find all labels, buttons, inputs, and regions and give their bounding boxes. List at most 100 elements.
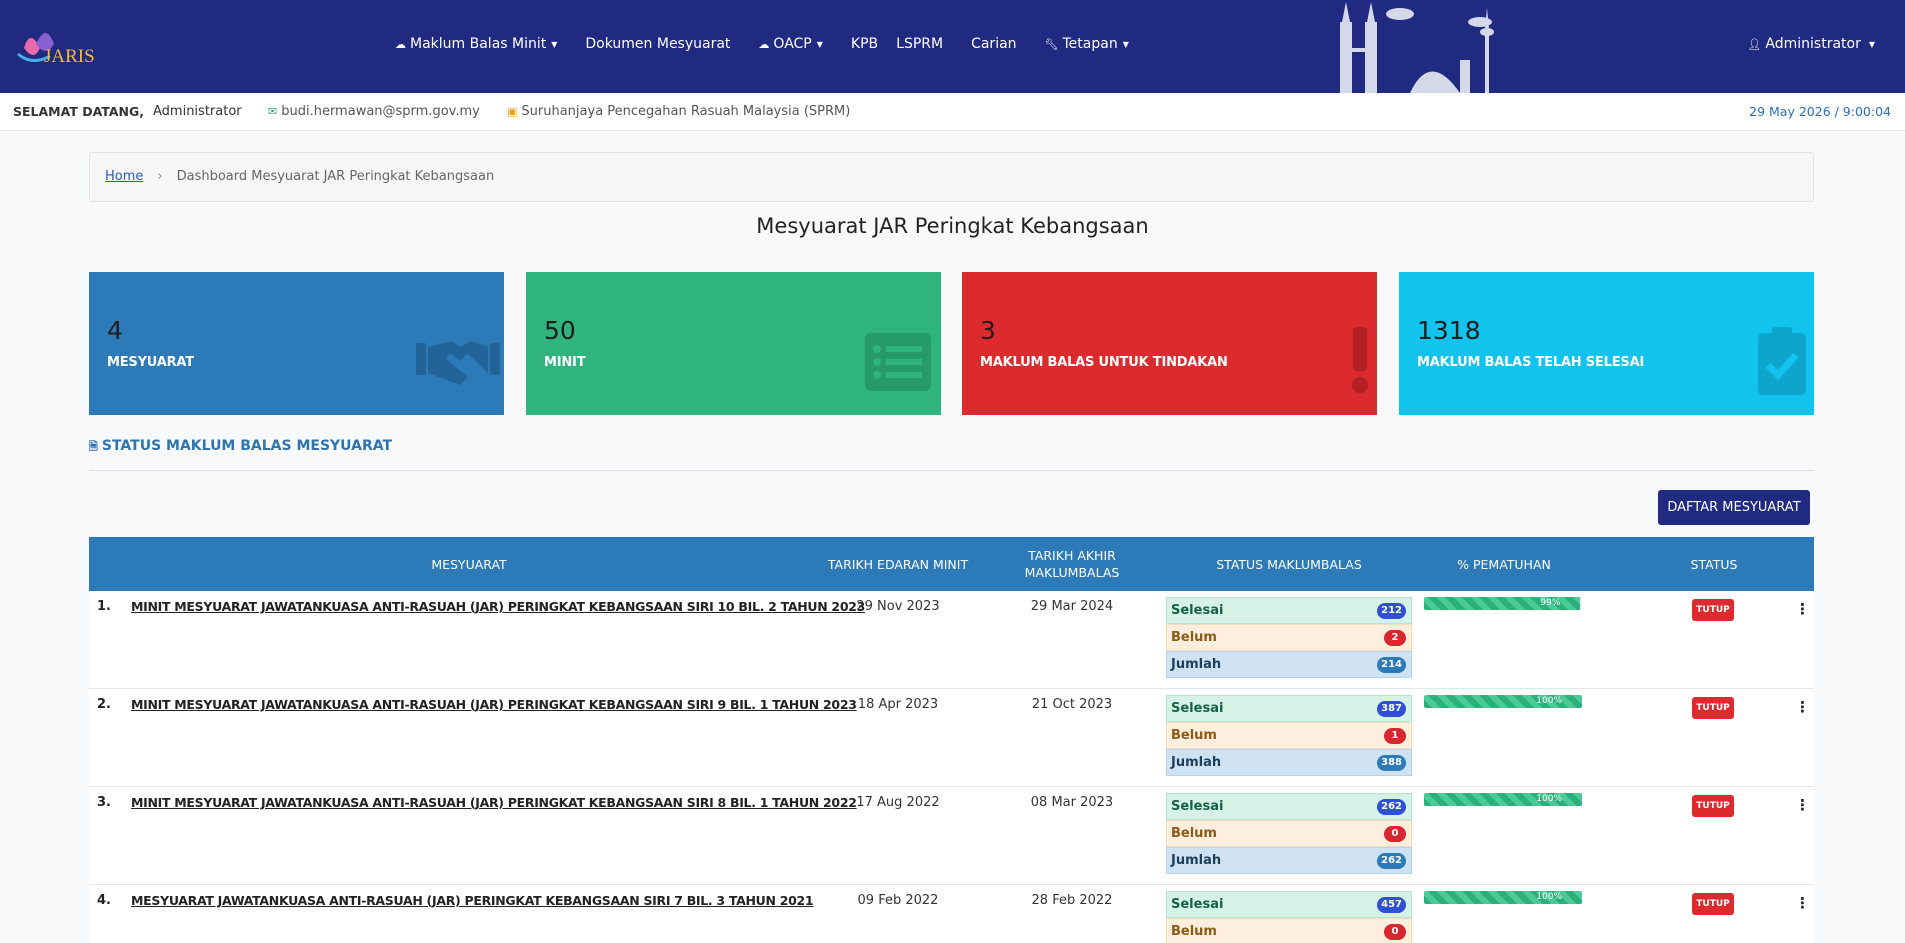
row-number: 1. — [97, 599, 111, 614]
more-options-icon[interactable]: ⋮ — [1795, 894, 1810, 912]
nav-label: LSPRM — [896, 36, 944, 52]
section-title-text: STATUS MAKLUM BALAS MESYUARAT — [101, 438, 393, 454]
more-options-icon[interactable]: ⋮ — [1795, 600, 1810, 618]
nav-lsprm[interactable]: LSPRM — [896, 36, 943, 52]
pematuhan-progress-bar: 99% — [1424, 597, 1582, 610]
status-selesai[interactable]: Selesai 262 — [1166, 793, 1412, 820]
jumlah-count-badge: 214 — [1377, 657, 1406, 673]
th-tarikh-edaran: TARIKH EDARAN MINIT — [827, 556, 969, 572]
kl-skyline-illustration — [1340, 2, 1494, 93]
status-selesai[interactable]: Selesai 212 — [1166, 597, 1412, 624]
card-label: MAKLUM BALAS UNTUK TINDAKAN — [980, 355, 1228, 370]
status-jumlah[interactable]: Jumlah 214 — [1166, 651, 1412, 678]
more-options-icon[interactable]: ⋮ — [1795, 698, 1810, 716]
card-label: MAKLUM BALAS TELAH SELESAI — [1417, 355, 1645, 370]
status-belum[interactable]: Belum 2 — [1166, 624, 1412, 651]
status-label: Belum — [1171, 924, 1217, 939]
selesai-count-badge: 212 — [1377, 603, 1406, 619]
nav-maklum-balas-minit[interactable]: ☁ Maklum Balas Minit ▼ — [395, 36, 557, 52]
status-belum[interactable]: Belum 0 — [1166, 918, 1412, 943]
th-tarikh-akhir: TARIKH AKHIR MAKLUMBALAS — [994, 537, 1150, 591]
meeting-name-link[interactable]: MINIT MESYUARAT JAWATANKUASA ANTI-RASUAH… — [131, 599, 865, 614]
breadcrumb-home-link[interactable]: Home — [105, 169, 143, 184]
pematuhan-progress-fill: 99% — [1424, 597, 1581, 610]
belum-count-badge: 0 — [1384, 826, 1406, 842]
status-selesai[interactable]: Selesai 387 — [1166, 695, 1412, 722]
tarikh-akhir: 29 Mar 2024 — [1030, 599, 1114, 614]
status-label: Selesai — [1171, 701, 1224, 716]
pematuhan-progress-fill: 100% — [1424, 793, 1582, 806]
table-row: 1. MINIT MESYUARAT JAWATANKUASA ANTI-RAS… — [89, 591, 1814, 689]
nav-label: Tetapan — [1062, 36, 1118, 52]
clipboard-check-icon — [1758, 327, 1806, 395]
jaris-logo[interactable]: JARIS — [10, 18, 120, 78]
status-belum[interactable]: Belum 0 — [1166, 820, 1412, 847]
daftar-mesyuarat-button[interactable]: DAFTAR MESYUARAT — [1658, 490, 1810, 525]
caret-down-icon: ▼ — [1868, 39, 1875, 49]
selesai-count-badge: 457 — [1377, 897, 1406, 913]
status-jumlah[interactable]: Jumlah 262 — [1166, 847, 1412, 874]
more-options-icon[interactable]: ⋮ — [1795, 796, 1810, 814]
document-icon: 🗎︎ — [89, 440, 98, 453]
status-jumlah[interactable]: Jumlah 388 — [1166, 749, 1412, 776]
tarikh-akhir: 21 Oct 2023 — [1031, 697, 1113, 712]
table-row: 3. MINIT MESYUARAT JAWATANKUASA ANTI-RAS… — [89, 787, 1814, 885]
nav-dokumen-mesyuarat[interactable]: Dokumen Mesyuarat — [585, 36, 730, 52]
datetime-text: 29 May 2026 / 9:00:04 — [1749, 104, 1891, 119]
pematuhan-progress-bar: 100% — [1424, 891, 1582, 904]
status-tutup-badge[interactable]: TUTUP — [1692, 795, 1734, 817]
user-icon: 👤︎ — [1747, 37, 1762, 51]
breadcrumb-separator: › — [157, 169, 163, 184]
th-line-2: MAKLUMBALAS — [1024, 565, 1120, 580]
tarikh-edaran: 18 Apr 2023 — [857, 697, 939, 712]
status-tutup-badge[interactable]: TUTUP — [1692, 697, 1734, 719]
meeting-name-link[interactable]: MINIT MESYUARAT JAWATANKUASA ANTI-RASUAH… — [131, 795, 857, 810]
jumlah-count-badge: 262 — [1377, 853, 1406, 869]
nav-tetapan[interactable]: 🔧︎ Tetapan ▼ — [1045, 36, 1129, 52]
card-label: MINIT — [544, 355, 586, 370]
pematuhan-progress-bar: 100% — [1424, 695, 1582, 708]
nav-kpb[interactable]: KPB — [851, 36, 878, 52]
users-icon: ☁ — [395, 37, 406, 51]
belum-count-badge: 0 — [1384, 924, 1406, 940]
breadcrumb-current: Dashboard Mesyuarat JAR Peringkat Kebang… — [176, 169, 495, 184]
status-maklumbalas: Selesai457 Belum0 Jumlah457 — [1166, 891, 1412, 943]
agency-text: Suruhanjaya Pencegahan Rasuah Malaysia (… — [521, 104, 851, 119]
card-value: 50 — [544, 316, 576, 345]
user-menu[interactable]: 👤︎ Administrator ▼ — [1747, 36, 1875, 52]
meeting-name-link[interactable]: MINIT MESYUARAT JAWATANKUASA ANTI-RASUAH… — [131, 697, 857, 712]
section-title: 🗎︎ STATUS MAKLUM BALAS MESYUARAT — [89, 438, 392, 457]
top-navbar: JARIS ☁ Maklum Balas Minit ▼ Dokumen Mesyu… — [0, 0, 1905, 93]
card-minit[interactable]: 50 MINIT — [526, 272, 941, 415]
status-label: Jumlah — [1171, 657, 1222, 672]
page-title: Mesyuarat JAR Peringkat Kebangsaan — [756, 214, 1149, 238]
card-selesai[interactable]: 1318 MAKLUM BALAS TELAH SELESAI — [1399, 272, 1814, 415]
welcome-text: SELAMAT DATANG, — [13, 104, 144, 119]
tarikh-akhir: 08 Mar 2023 — [1030, 795, 1114, 810]
info-bar: SELAMAT DATANG, Administrator ✉ budi.herm… — [0, 93, 1905, 131]
belum-count-badge: 1 — [1384, 728, 1406, 744]
status-selesai[interactable]: Selesai 457 — [1166, 891, 1412, 918]
th-pematuhan: % PEMATUHAN — [1457, 556, 1551, 572]
status-label: Selesai — [1171, 799, 1224, 814]
status-tutup-badge[interactable]: TUTUP — [1692, 893, 1734, 915]
status-maklumbalas: Selesai 387 Belum 1 Jumlah 388 — [1166, 695, 1412, 776]
status-tutup-badge[interactable]: TUTUP — [1692, 599, 1734, 621]
agency-info: ▣ Suruhanjaya Pencegahan Rasuah Malaysia … — [507, 104, 850, 119]
th-line-1: TARIKH AKHIR — [1028, 548, 1116, 563]
status-belum[interactable]: Belum 1 — [1166, 722, 1412, 749]
table-header: MESYUARAT TARIKH EDARAN MINIT TARIKH AKH… — [89, 537, 1814, 591]
table-body: 1. MINIT MESYUARAT JAWATANKUASA ANTI-RAS… — [89, 591, 1814, 943]
card-tindakan[interactable]: 3 MAKLUM BALAS UNTUK TINDAKAN — [962, 272, 1377, 415]
list-icon — [865, 333, 931, 391]
meeting-name-link[interactable]: MESYUARAT JAWATANKUASA ANTI-RASUAH (JAR)… — [131, 893, 814, 908]
status-label: Selesai — [1171, 603, 1224, 618]
card-value: 4 — [107, 316, 123, 345]
tarikh-akhir: 28 Feb 2022 — [1031, 893, 1113, 908]
status-label: Jumlah — [1171, 755, 1222, 770]
card-mesyuarat[interactable]: 4 MESYUARAT — [89, 272, 504, 415]
nav-oacp[interactable]: ☁ OACP ▼ — [758, 36, 822, 52]
status-label: Jumlah — [1171, 853, 1222, 868]
username-text: Administrator — [153, 104, 242, 119]
nav-carian[interactable]: Carian — [971, 36, 1016, 52]
